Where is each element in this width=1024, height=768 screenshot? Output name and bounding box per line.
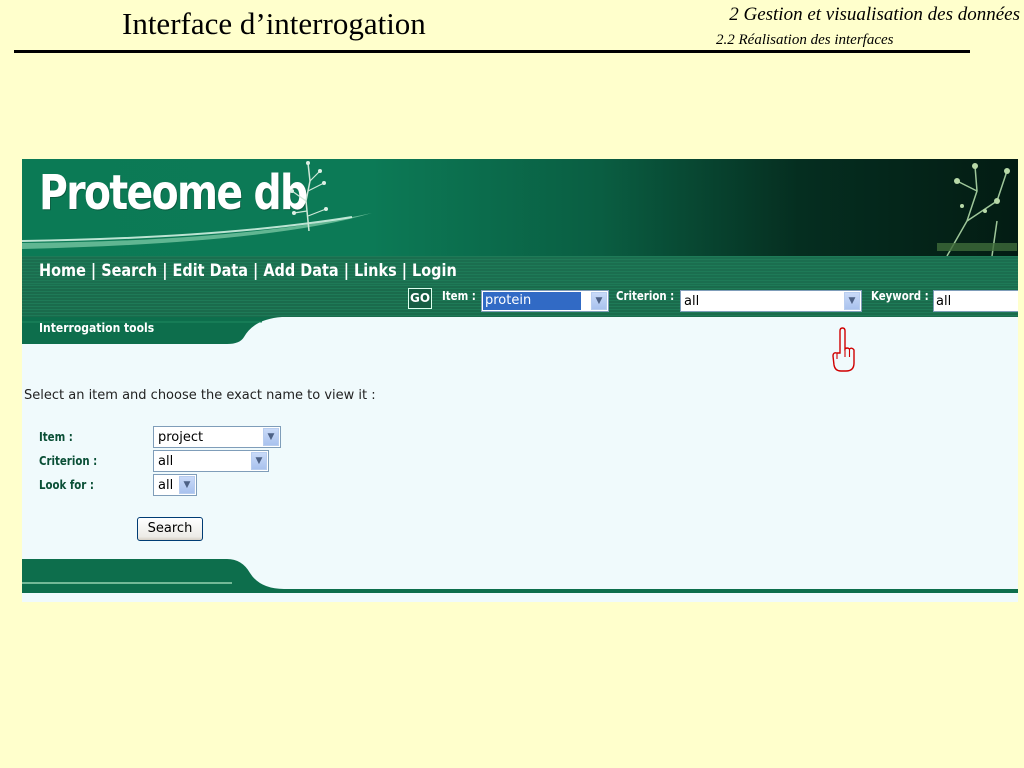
plant-icon [290,161,328,231]
form-lookfor-value: all [158,478,174,493]
dropdown-arrow-icon[interactable]: ▼ [844,292,860,310]
dropdown-arrow-icon[interactable]: ▼ [179,476,195,494]
nav-separator: | [85,261,102,281]
nav-add-data-link[interactable]: Add Data [263,261,338,281]
nav-links-link[interactable]: Links [354,261,397,281]
search-button[interactable]: Search [137,517,203,541]
app-screenshot: Proteome db Home | Search | Edit Data | … [22,159,1018,602]
nav-login-link[interactable]: Login [412,261,457,281]
form-criterion-label: Criterion : [39,454,98,468]
form-criterion-select[interactable]: all ▼ [153,450,269,472]
item-label: Item : [442,289,476,303]
nav-separator: | [157,261,173,281]
app-logo[interactable]: Proteome db [39,165,308,221]
nav-separator: | [338,261,355,281]
keyword-label: Keyword : [871,289,929,303]
form-item-label: Item : [39,430,73,444]
footer-bar [22,559,1018,593]
dropdown-arrow-icon[interactable]: ▼ [263,428,279,446]
item-select[interactable]: protein ▼ [481,290,609,312]
form-item-value: project [158,430,204,445]
form-item-select[interactable]: project ▼ [153,426,281,448]
dropdown-arrow-icon[interactable]: ▼ [591,292,607,310]
go-button[interactable]: GO [408,288,432,309]
banner: Proteome db [22,159,1018,256]
instruction-text: Select an item and choose the exact name… [24,388,376,403]
item-select-value: protein [483,292,582,310]
section-title: 2 Gestion et visualisation des données [729,4,1020,25]
criterion-select[interactable]: all ▼ [680,290,862,312]
criterion-label: Criterion : [616,289,675,303]
plant-icon [937,163,1017,256]
main-nav: Home | Search | Edit Data | Add Data | L… [39,261,457,281]
nav-separator: | [396,261,413,281]
form-lookfor-label: Look for : [39,478,94,492]
slide-title: Interface d’interrogation [122,6,426,41]
pointing-hand-icon [832,327,855,372]
nav-search-link[interactable]: Search [101,261,157,281]
criterion-select-value: all [684,294,700,309]
nav-home-link[interactable]: Home [39,261,86,281]
form-lookfor-select[interactable]: all ▼ [153,474,197,496]
nav-edit-data-link[interactable]: Edit Data [173,261,249,281]
subsection-title: 2.2 Réalisation des interfaces [716,32,894,48]
dropdown-arrow-icon[interactable]: ▼ [251,452,267,470]
header-rule [14,50,970,53]
section-label: Interrogation tools [39,321,155,335]
nav-separator: | [248,261,264,281]
keyword-input[interactable]: all [933,290,1018,312]
form-criterion-value: all [158,454,174,469]
